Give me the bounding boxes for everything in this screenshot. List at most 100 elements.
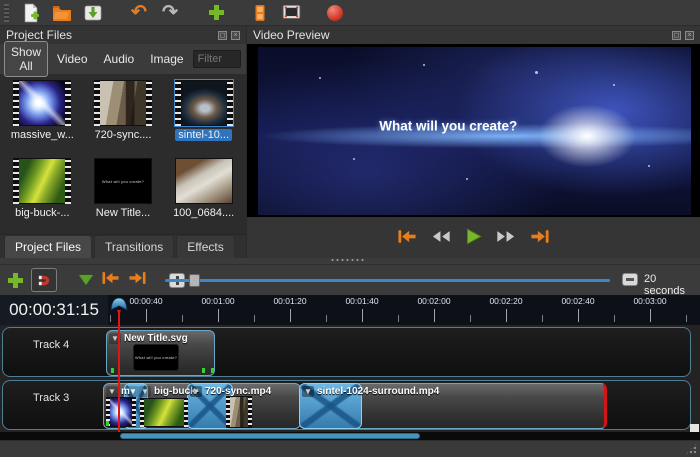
zoom-slider[interactable] xyxy=(165,279,610,282)
add-track-button[interactable] xyxy=(8,273,23,288)
clip-menu-chevron-icon[interactable]: ▼ xyxy=(190,386,202,397)
export-video-button[interactable] xyxy=(324,2,346,24)
playhead-icon xyxy=(110,297,128,317)
file-thumbnail: What will you create? xyxy=(94,158,152,204)
filter-show-all-button[interactable]: Show All xyxy=(4,41,48,77)
ruler-label: 00:00:40 xyxy=(129,296,162,306)
project-files-title: Project Files xyxy=(6,28,72,42)
add-marker-button[interactable] xyxy=(79,275,93,285)
tab-effects[interactable]: Effects xyxy=(176,235,234,258)
redo-button[interactable]: ↷ xyxy=(159,2,181,24)
fullscreen-button[interactable] xyxy=(280,2,302,24)
file-item-100-0684[interactable]: 100_0684.... xyxy=(163,154,244,232)
jump-to-end-icon xyxy=(530,229,550,244)
fast-forward-button[interactable] xyxy=(496,230,516,248)
file-item-sintel[interactable]: sintel-10... xyxy=(163,76,244,154)
open-project-icon xyxy=(52,3,72,23)
clip-menu-chevron-icon[interactable]: ▼ xyxy=(106,386,118,397)
project-files-list: massive_w... 720-sync.... sintel-10... b… xyxy=(0,74,246,234)
filter-video-button[interactable]: Video xyxy=(50,48,94,70)
choose-profile-icon xyxy=(251,4,269,22)
add-marker-icon xyxy=(79,275,93,285)
file-thumbnail xyxy=(13,80,71,126)
ruler-label: 00:02:40 xyxy=(561,296,594,306)
previous-marker-button[interactable] xyxy=(101,271,120,290)
clip-thumbnail: What will you create? xyxy=(133,344,179,371)
clip-menu-chevron-icon[interactable]: ▼ xyxy=(302,386,314,397)
file-label: big-buck-... xyxy=(12,207,72,219)
file-item-bigbuck[interactable]: big-buck-... xyxy=(2,154,83,232)
video-preview-panel: Video Preview ◻ × What will you create? xyxy=(247,26,700,258)
timeline-ruler[interactable]: 00:00:31:15 00:00:40 00:01:00 00:01:20 0… xyxy=(0,295,700,325)
file-item-720sync[interactable]: 720-sync.... xyxy=(83,76,164,154)
filter-input[interactable] xyxy=(193,50,241,68)
file-thumbnail xyxy=(94,80,152,126)
snapping-toggle[interactable] xyxy=(31,268,57,292)
file-item-massive[interactable]: massive_w... xyxy=(2,76,83,154)
file-label: 100_0684.... xyxy=(170,207,237,219)
file-item-newtitle[interactable]: What will you create? New Title... xyxy=(83,154,164,232)
playback-controls xyxy=(247,222,700,256)
project-files-panel: Project Files ◻ × Show All Video Audio I… xyxy=(0,26,247,258)
clip-thumbnail xyxy=(226,396,252,428)
close-panel-icon[interactable]: × xyxy=(231,31,240,40)
new-project-icon xyxy=(21,3,41,23)
ruler-label: 00:03:00 xyxy=(633,296,666,306)
left-panel-tabs: Project Files Transitions Effects xyxy=(0,234,246,258)
clip-label: sintel-1024-surround.mp4 xyxy=(317,386,439,397)
save-project-icon xyxy=(83,3,103,23)
keyframe-marker xyxy=(106,421,109,426)
float-panel-icon[interactable]: ◻ xyxy=(672,31,681,40)
ruler-label: 00:01:20 xyxy=(273,296,306,306)
ruler-label: 00:01:00 xyxy=(201,296,234,306)
keyframe-marker xyxy=(202,368,205,373)
window-resize-grip[interactable] xyxy=(685,442,698,455)
clip-menu-chevron-icon[interactable]: ▼ xyxy=(139,386,151,397)
choose-profile-button[interactable] xyxy=(249,2,271,24)
tab-transitions[interactable]: Transitions xyxy=(94,235,174,258)
file-label: 720-sync.... xyxy=(92,129,155,141)
float-panel-icon[interactable]: ◻ xyxy=(218,31,227,40)
current-time-display: 00:00:31:15 xyxy=(0,295,108,325)
timeline-tracks-area: Track 4 Track 3 ▼ New Title.svg What wil… xyxy=(0,325,700,432)
import-files-button[interactable] xyxy=(205,2,227,24)
close-panel-icon[interactable]: × xyxy=(685,31,694,40)
timeline-horizontal-scrollbar[interactable] xyxy=(0,432,700,440)
title-thumb-caption: What will you create? xyxy=(102,179,144,184)
ruler-major-ticks xyxy=(146,309,692,322)
filter-image-button[interactable]: Image xyxy=(143,48,190,70)
jump-to-start-button[interactable] xyxy=(397,229,417,249)
toolbar-drag-handle[interactable] xyxy=(4,4,9,22)
playhead-handle[interactable] xyxy=(110,297,128,322)
undo-button[interactable]: ↶ xyxy=(128,2,150,24)
clip-big-buck[interactable]: ▼ big-buck- xyxy=(136,383,194,429)
new-project-button[interactable] xyxy=(20,2,42,24)
rewind-button[interactable] xyxy=(431,230,451,248)
clip-new-title[interactable]: ▼ New Title.svg What will you create? xyxy=(106,330,215,376)
export-video-icon xyxy=(327,5,343,21)
tab-project-files[interactable]: Project Files xyxy=(4,235,92,258)
keyframe-marker xyxy=(111,368,114,373)
ruler-label: 00:02:20 xyxy=(489,296,522,306)
track-3-name: Track 3 xyxy=(33,392,69,404)
panel-splitter-handle[interactable] xyxy=(330,258,364,262)
main-toolbar: ↶ ↷ xyxy=(0,0,700,26)
zoom-slider-handle[interactable] xyxy=(189,274,200,287)
fast-forward-icon xyxy=(496,230,516,243)
clip-label: New Title.svg xyxy=(124,333,188,344)
keyframe-marker xyxy=(211,368,214,373)
timeline-toolbar: 20 seconds xyxy=(0,264,700,295)
next-marker-button[interactable] xyxy=(128,271,147,290)
scrollbar-thumb[interactable] xyxy=(120,433,420,439)
redo-icon: ↷ xyxy=(162,4,178,22)
status-bar xyxy=(0,440,700,457)
video-preview-titlebar: Video Preview ◻ × xyxy=(247,26,700,44)
video-preview-title: Video Preview xyxy=(253,28,330,42)
save-project-button[interactable] xyxy=(82,2,104,24)
play-button[interactable] xyxy=(465,228,482,250)
video-preview-screen[interactable]: What will you create? xyxy=(247,44,700,217)
filter-audio-button[interactable]: Audio xyxy=(97,48,142,70)
playhead-line xyxy=(118,313,120,432)
jump-to-end-button[interactable] xyxy=(530,229,550,249)
open-project-button[interactable] xyxy=(51,2,73,24)
